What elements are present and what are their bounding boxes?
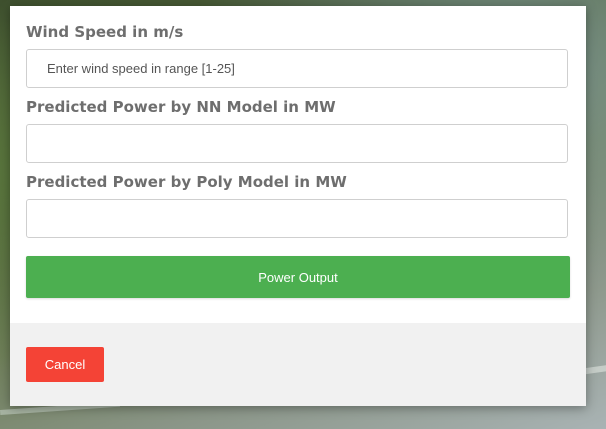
poly-power-label: Predicted Power by Poly Model in MW bbox=[26, 173, 347, 191]
poly-power-output-field[interactable] bbox=[26, 199, 568, 238]
cancel-button[interactable]: Cancel bbox=[26, 347, 104, 382]
modal-body: Wind Speed in m/s Predicted Power by NN … bbox=[10, 6, 586, 323]
nn-power-label: Predicted Power by NN Model in MW bbox=[26, 98, 336, 116]
wind-speed-label: Wind Speed in m/s bbox=[26, 23, 184, 41]
nn-power-output-field[interactable] bbox=[26, 124, 568, 163]
power-prediction-modal: Wind Speed in m/s Predicted Power by NN … bbox=[10, 6, 586, 406]
modal-footer: Cancel bbox=[10, 323, 586, 406]
wind-speed-input[interactable] bbox=[26, 49, 568, 88]
power-output-button[interactable]: Power Output bbox=[26, 256, 570, 298]
